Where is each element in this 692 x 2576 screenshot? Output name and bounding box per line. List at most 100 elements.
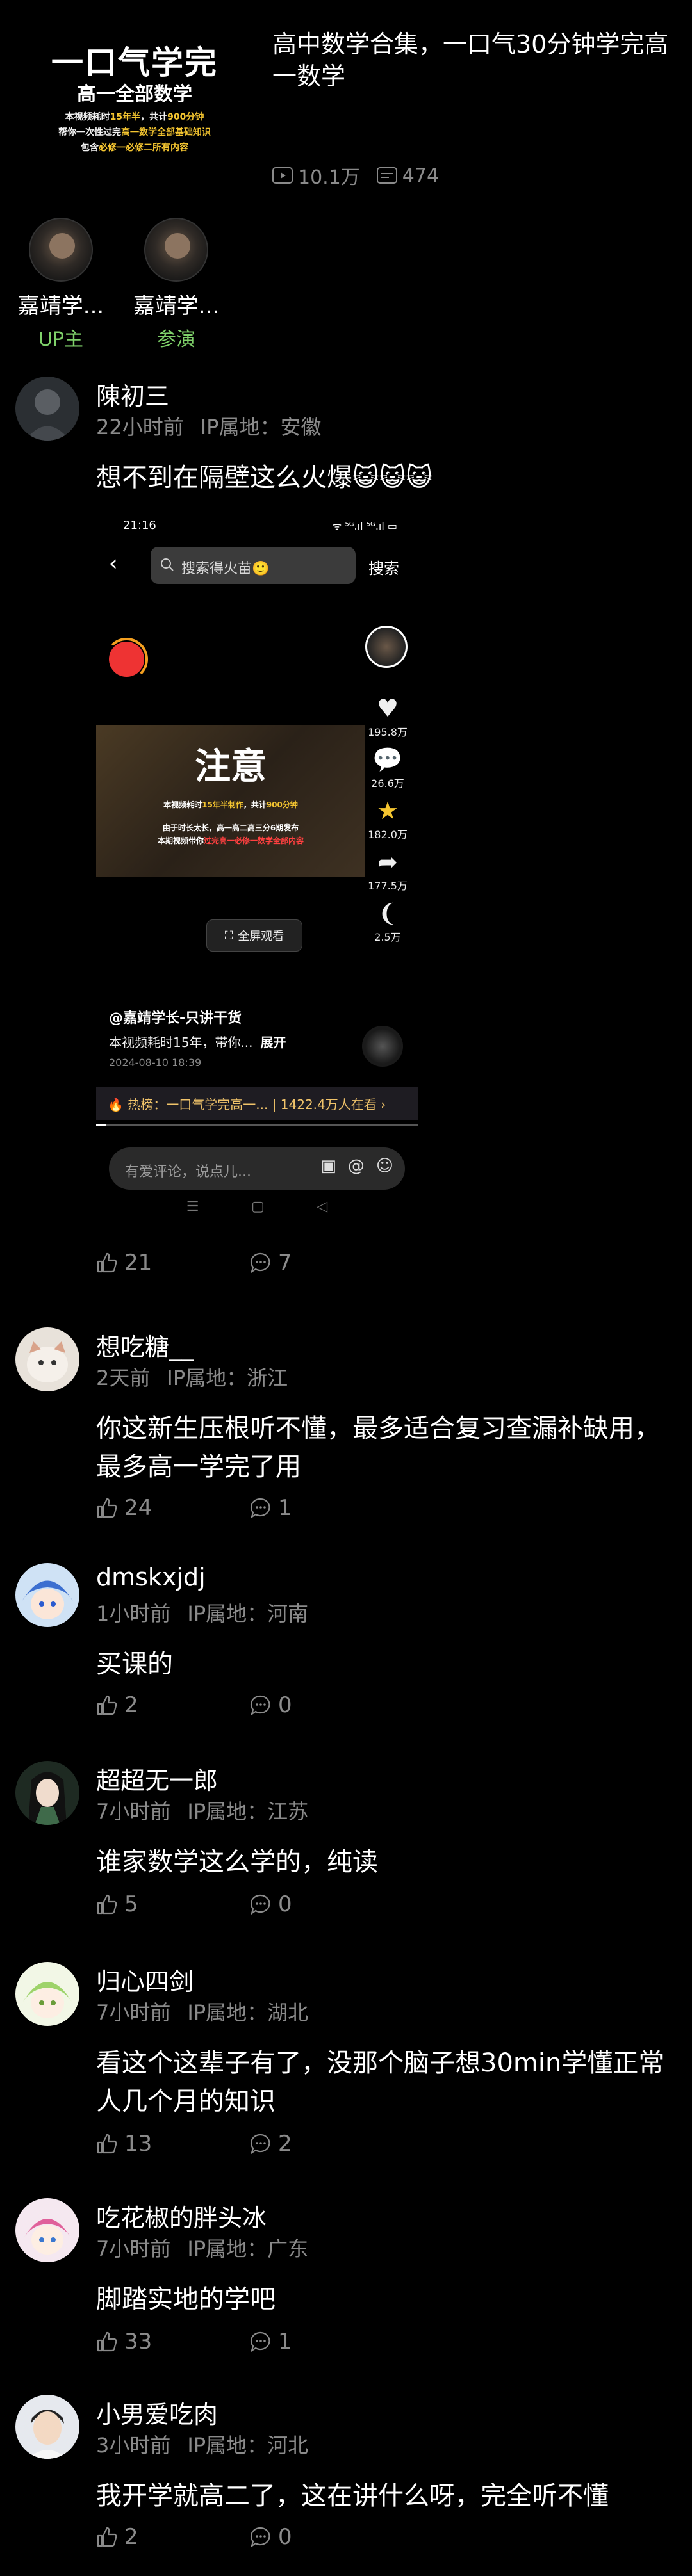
creator-role: UP主 bbox=[38, 328, 84, 351]
thumb-up-icon bbox=[97, 2527, 117, 2547]
reply-icon bbox=[250, 2527, 270, 2548]
like-button[interactable]: 2 bbox=[96, 2524, 250, 2550]
star-icon: ★ bbox=[376, 797, 399, 825]
comment-actions: 2 0 bbox=[96, 1692, 404, 1718]
reply-button[interactable]: 0 bbox=[250, 1891, 404, 1917]
avatar[interactable] bbox=[15, 1962, 79, 2026]
embedded-video: 注意 本视频耗时15年半制作，共计900分钟 由于时长太长，高一高二高三分6期发… bbox=[96, 725, 365, 877]
back-icon: ◁ bbox=[317, 1199, 328, 1215]
comment-meta: 7小时前 IP属地：江苏 bbox=[96, 1799, 309, 1824]
thumb-up-icon bbox=[97, 1695, 117, 1715]
video-header: 一口气学完 高一全部数学 本视频耗时15年半，共计900分钟 帮你一次性过完高一… bbox=[0, 0, 692, 211]
avatar[interactable] bbox=[144, 218, 208, 282]
at-icon: @ bbox=[347, 1156, 365, 1176]
like-button[interactable]: 13 bbox=[96, 2131, 250, 2157]
thumb-up-icon bbox=[97, 1894, 117, 1915]
creator-item[interactable]: 嘉靖学... 参演 bbox=[133, 218, 220, 352]
comment-meta: 3小时前 IP属地：河北 bbox=[96, 2433, 309, 2458]
comment-actions: 33 1 bbox=[96, 2329, 404, 2354]
progress-bar bbox=[96, 1124, 418, 1126]
image-icon: ▣ bbox=[320, 1156, 336, 1176]
creator-list: 嘉靖学... UP主 嘉靖学... 参演 bbox=[18, 218, 220, 352]
danmaku-icon bbox=[376, 167, 397, 184]
comment-image[interactable]: 21:16 ᯤ ⁵ᴳ.ıl ⁵ᴳ.ıl ▭ ‹ 搜索得火苗🙂 搜索 注意 本视频… bbox=[96, 514, 418, 1223]
thumb-up-icon bbox=[97, 2331, 117, 2352]
reply-button[interactable]: 0 bbox=[250, 2524, 404, 2550]
comment-actions: 2 0 bbox=[96, 2524, 404, 2550]
search-button: 搜索 bbox=[368, 560, 399, 578]
like-button[interactable]: 21 bbox=[96, 1250, 250, 1276]
creator-name: 嘉靖学... bbox=[133, 293, 220, 319]
reply-icon bbox=[250, 2331, 270, 2353]
like-button[interactable]: 2 bbox=[96, 1692, 250, 1718]
comment-actions: 21 7 bbox=[96, 1250, 404, 1276]
search-box: 搜索得火苗🙂 bbox=[151, 547, 356, 584]
avatar[interactable] bbox=[15, 1761, 79, 1825]
notice-line: 由于时长太长，高一高二高三分6期发布 bbox=[162, 823, 299, 832]
comment-text: 想不到在隔壁这么火爆😺😺😺 bbox=[96, 463, 433, 492]
notice-line: 本视频耗时15年半制作，共计900分钟 bbox=[163, 800, 298, 809]
comment-text: 买课的 bbox=[96, 1649, 173, 1679]
avatar[interactable] bbox=[15, 2395, 79, 2459]
creator-role: 参演 bbox=[157, 328, 195, 351]
thumbnail-title: 一口气学完 bbox=[51, 44, 218, 81]
comment-username[interactable]: 想吃糖__ bbox=[96, 1327, 194, 1363]
comment-username[interactable]: 小男爱吃肉 bbox=[96, 2395, 218, 2430]
avatar[interactable] bbox=[15, 377, 79, 441]
danmaku-count: 474 bbox=[376, 165, 439, 187]
comment-bubble-icon: 💬 bbox=[372, 745, 403, 774]
like-button[interactable]: 33 bbox=[96, 2329, 250, 2354]
video-title[interactable]: 高中数学合集，一口气30分钟学完高一数学 bbox=[272, 28, 670, 92]
comment-text: 你这新生压根听不懂，最多适合复习查漏补缺用，最多高一学完了用 bbox=[96, 1414, 660, 1482]
system-nav-bar: ☰ ▢ ◁ bbox=[96, 1199, 418, 1215]
like-button[interactable]: 5 bbox=[96, 1891, 250, 1917]
comment-meta: 7小时前 IP属地：广东 bbox=[96, 2237, 309, 2261]
comment-text: 谁家数学这么学的，纯读 bbox=[96, 1847, 378, 1877]
like-button[interactable]: 24 bbox=[96, 1495, 250, 1521]
comment-username[interactable]: 吃花椒的胖头冰 bbox=[96, 2198, 267, 2233]
avatar[interactable] bbox=[29, 218, 93, 282]
comment-username[interactable]: 超超无一郎 bbox=[96, 1761, 218, 1796]
video-description: 本视频耗时15年，带你... 展开 bbox=[109, 1035, 286, 1050]
recommend-icon: ❨ bbox=[377, 899, 398, 927]
comment-text: 我开学就高二了，这在讲什么呀，完全听不懂 bbox=[96, 2481, 609, 2511]
comment-meta: 22小时前 IP属地：安徽 bbox=[96, 415, 322, 439]
comment-actions: 5 0 bbox=[96, 1891, 404, 1917]
thumb-up-icon bbox=[97, 2134, 117, 2154]
reply-button[interactable]: 0 bbox=[250, 1692, 404, 1718]
reply-icon bbox=[250, 1252, 270, 1274]
reply-button[interactable]: 1 bbox=[250, 1495, 404, 1521]
notice-line: 本期视频带你过完高一必修一数学全部内容 bbox=[157, 836, 304, 845]
emoji-icon: ☺ bbox=[375, 1156, 393, 1176]
comment-username[interactable]: 陳初三 bbox=[96, 377, 169, 412]
video-thumbnail[interactable]: 一口气学完 高一全部数学 本视频耗时15年半，共计900分钟 帮你一次性过完高一… bbox=[26, 26, 243, 166]
status-bar: 21:16 ᯤ ⁵ᴳ.ıl ⁵ᴳ.ıl ▭ bbox=[123, 519, 397, 532]
creator-item[interactable]: 嘉靖学... UP主 bbox=[18, 218, 104, 352]
thumbnail-subtitle: 高一全部数学 bbox=[77, 83, 192, 106]
hot-list-banner: 🔥 热榜：一口气学完高一... | 1422.4万人在看 › bbox=[96, 1087, 418, 1120]
search-icon bbox=[161, 558, 174, 571]
avatar bbox=[365, 626, 408, 668]
reply-button[interactable]: 1 bbox=[250, 2329, 404, 2354]
comment-meta: 2天前 IP属地：浙江 bbox=[96, 1366, 288, 1390]
recommend-action: ❨ 2.5万 bbox=[362, 898, 413, 944]
heart-icon: ♥ bbox=[376, 694, 399, 722]
reply-button[interactable]: 2 bbox=[250, 2131, 404, 2157]
post-date: 2024-08-10 18:39 bbox=[109, 1057, 202, 1069]
avatar[interactable] bbox=[15, 1327, 79, 1391]
reply-icon bbox=[250, 1894, 270, 1915]
comment-username[interactable]: dmskxjdj bbox=[96, 1563, 206, 1591]
comment-meta: 1小时前 IP属地：河南 bbox=[96, 1601, 309, 1626]
reply-icon bbox=[250, 1498, 270, 1519]
comment-username[interactable]: 归心四剑 bbox=[96, 1962, 194, 1997]
play-icon bbox=[272, 167, 293, 184]
back-icon: ‹ bbox=[109, 551, 118, 576]
comment-text: 脚踏实地的学吧 bbox=[96, 2285, 276, 2314]
reply-button[interactable]: 7 bbox=[250, 1250, 404, 1276]
reply-icon bbox=[250, 2134, 270, 2155]
avatar[interactable] bbox=[15, 2198, 79, 2262]
avatar[interactable] bbox=[15, 1563, 79, 1627]
thumbnail-line: 本视频耗时15年半，共计900分钟 bbox=[65, 112, 204, 122]
menu-icon: ☰ bbox=[186, 1199, 199, 1215]
thumbnail-line: 包含必修一必修二所有内容 bbox=[81, 143, 188, 153]
